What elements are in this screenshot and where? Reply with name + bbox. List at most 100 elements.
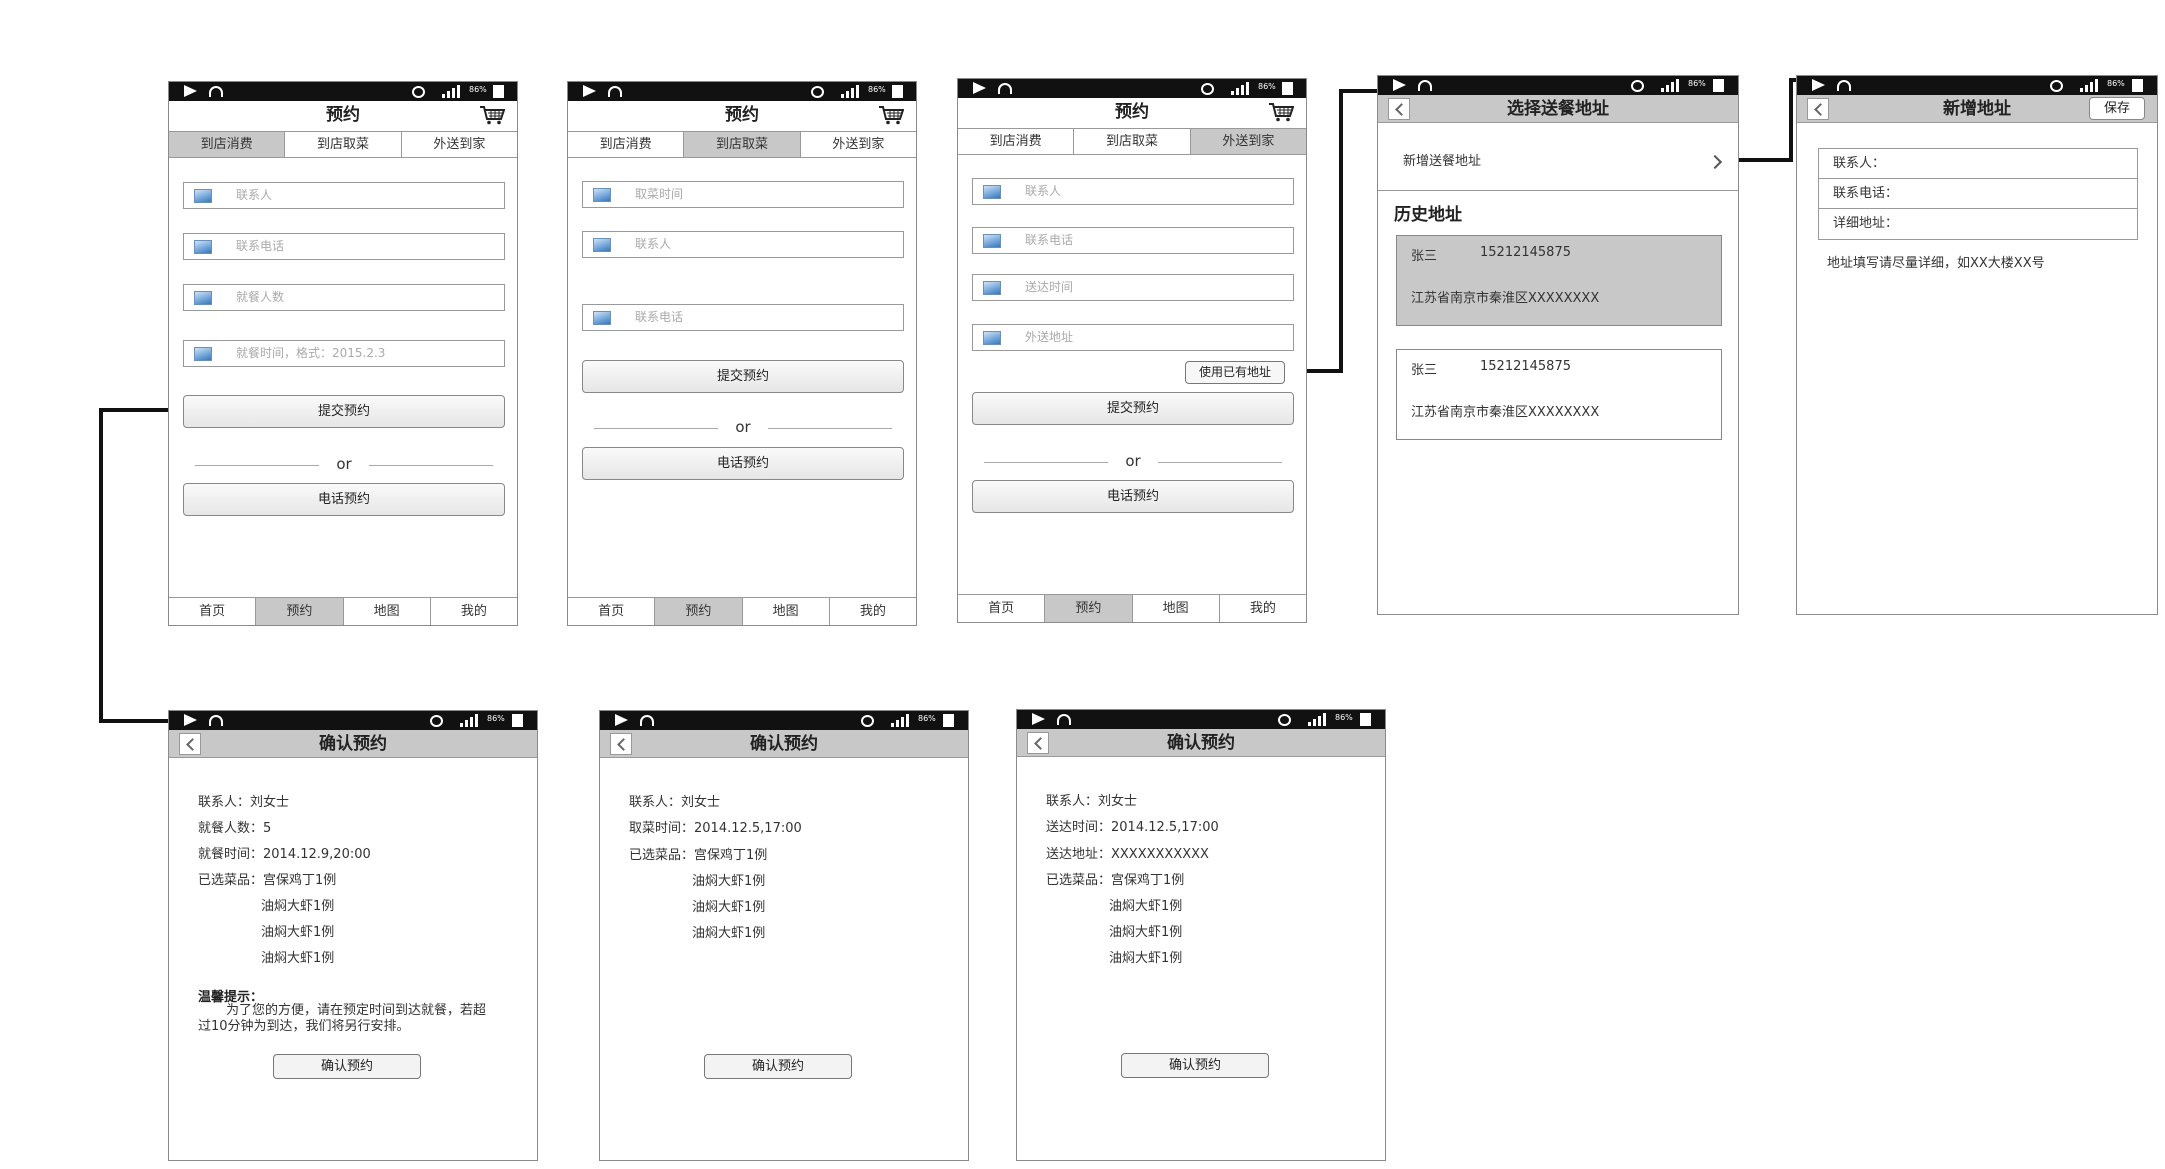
page-title: 确认预约 [1167,733,1235,753]
tab-dine-in[interactable]: 到店消费 [958,129,1075,154]
confirm-booking-button[interactable]: 确认预约 [1121,1053,1269,1078]
use-existing-address-button[interactable]: 使用已有地址 [1185,361,1285,384]
tab-delivery[interactable]: 外送到家 [800,132,916,157]
delivery-time-info: 送达时间：2014.12.5,17:00 [1046,820,1219,835]
battery-percent: 86% [2107,79,2125,88]
phone-field[interactable]: 联系电话 [582,304,904,331]
tab-pickup[interactable]: 到店取菜 [1074,129,1191,154]
tab-dine-in[interactable]: 到店消费 [568,132,685,157]
new-address-row[interactable]: 新增送餐地址 [1378,133,1738,191]
contact-field[interactable]: 联系人 [582,231,904,258]
nav-booking[interactable]: 预约 [256,598,344,625]
phone-field[interactable]: 联系电话 [972,227,1294,254]
nav-home[interactable]: 首页 [958,595,1046,622]
battery-percent: 86% [868,85,886,94]
address-card[interactable]: 张三 15212145875 江苏省南京市秦淮区XXXXXXXX [1396,349,1722,440]
delivery-address-field[interactable]: 外送地址 [972,324,1294,351]
phone-input[interactable]: 联系电话： [1819,179,2137,209]
signal-icon [2080,79,2098,92]
nav-booking[interactable]: 预约 [1045,595,1133,622]
nav-map[interactable]: 地图 [742,598,830,625]
nav-map[interactable]: 地图 [343,598,431,625]
bottom-nav: 首页 预约 地图 我的 [958,594,1306,622]
pickup-time-field[interactable]: 取菜时间 [582,181,904,208]
contact-field[interactable]: 联系人 [183,182,505,209]
headphone-icon [998,83,1012,94]
detail-address-input[interactable]: 详细地址： [1819,209,2137,239]
nav-mine[interactable]: 我的 [1219,595,1306,622]
battery-percent: 86% [469,85,487,94]
save-button[interactable]: 保存 [2089,97,2145,120]
headphone-icon [1057,714,1071,725]
phone-placeholder: 联系电话 [635,310,684,324]
signal-icon [1231,82,1249,95]
submit-booking-button[interactable]: 提交预约 [582,360,904,393]
submit-booking-button[interactable]: 提交预约 [183,395,505,428]
pickup-time-info: 取菜时间：2014.12.5,17:00 [629,821,802,836]
contact-input[interactable]: 联系人： [1819,149,2137,179]
tab-pickup[interactable]: 到店取菜 [285,132,402,157]
dish-item: 油焖大虾1例 [261,925,335,940]
submit-booking-button[interactable]: 提交预约 [972,392,1294,425]
battery-icon [1360,713,1371,726]
cart-icon[interactable] [878,105,904,125]
play-icon [184,714,197,726]
phone-booking-button[interactable]: 电话预约 [972,480,1294,513]
contact-field[interactable]: 联系人 [972,178,1294,205]
nav-bar: 选择送餐地址 [1378,95,1738,123]
address-card[interactable]: 张三 15212145875 江苏省南京市秦淮区XXXXXXXX [1396,235,1722,326]
guests-field[interactable]: 就餐人数 [183,284,505,311]
page-title: 预约 [725,105,759,125]
status-bar: 86% [1378,76,1738,95]
back-icon[interactable] [1807,98,1829,120]
tab-pickup[interactable]: 到店取菜 [684,132,801,157]
nav-map[interactable]: 地图 [1132,595,1220,622]
back-icon[interactable] [610,733,632,755]
battery-icon [1713,79,1724,92]
dining-time-placeholder: 就餐时间，格式：2015.2.3 [236,346,386,360]
confirm-booking-button[interactable]: 确认预约 [704,1054,852,1079]
cart-icon[interactable] [1268,102,1294,122]
tip-text-line: 过10分钟为到达，我们将另行安排。 [198,1019,410,1034]
back-icon[interactable] [179,733,201,755]
nav-mine[interactable]: 我的 [430,598,517,625]
tab-delivery[interactable]: 外送到家 [401,132,517,157]
nav-home[interactable]: 首页 [568,598,656,625]
dish-item: 油焖大虾1例 [261,899,335,914]
history-section-title: 历史地址 [1394,205,1462,225]
chevron-right-icon [1707,154,1723,170]
dishes-info: 已选菜品：宫保鸡丁1例 [1046,873,1185,888]
alarm-icon [1278,714,1291,726]
play-icon [1032,713,1045,725]
tab-delivery[interactable]: 外送到家 [1190,129,1306,154]
nav-booking[interactable]: 预约 [655,598,743,625]
nav-bar: 确认预约 [1017,729,1385,757]
phone-booking-button[interactable]: 电话预约 [183,483,505,516]
contact-info: 联系人：刘女士 [1046,794,1138,809]
back-icon[interactable] [1027,732,1049,754]
nav-home[interactable]: 首页 [169,598,257,625]
time-info: 就餐时间：2014.12.9,20:00 [198,847,371,862]
status-bar: 86% [169,711,537,730]
nav-bar: 预约 [169,101,517,129]
battery-icon [493,85,504,98]
phone-field[interactable]: 联系电话 [183,233,505,260]
address-text: 江苏省南京市秦淮区XXXXXXXX [1411,291,1600,306]
delivery-time-placeholder: 送达时间 [1025,280,1074,294]
nav-mine[interactable]: 我的 [829,598,916,625]
back-icon[interactable] [1388,98,1410,120]
dining-time-field[interactable]: 就餐时间，格式：2015.2.3 [183,340,505,367]
alarm-icon [412,86,425,98]
phone-booking-button[interactable]: 电话预约 [582,447,904,480]
delivery-time-field[interactable]: 送达时间 [972,274,1294,301]
headphone-icon [608,86,622,97]
image-icon [593,238,611,252]
alarm-icon [2050,80,2063,92]
contact-placeholder: 联系人 [1025,184,1062,198]
tab-dine-in[interactable]: 到店消费 [169,132,286,157]
cart-icon[interactable] [479,105,505,125]
confirm-booking-button[interactable]: 确认预约 [273,1054,421,1079]
nav-bar: 确认预约 [169,730,537,758]
dish-item: 油焖大虾1例 [1109,899,1183,914]
signal-icon [1661,79,1679,92]
